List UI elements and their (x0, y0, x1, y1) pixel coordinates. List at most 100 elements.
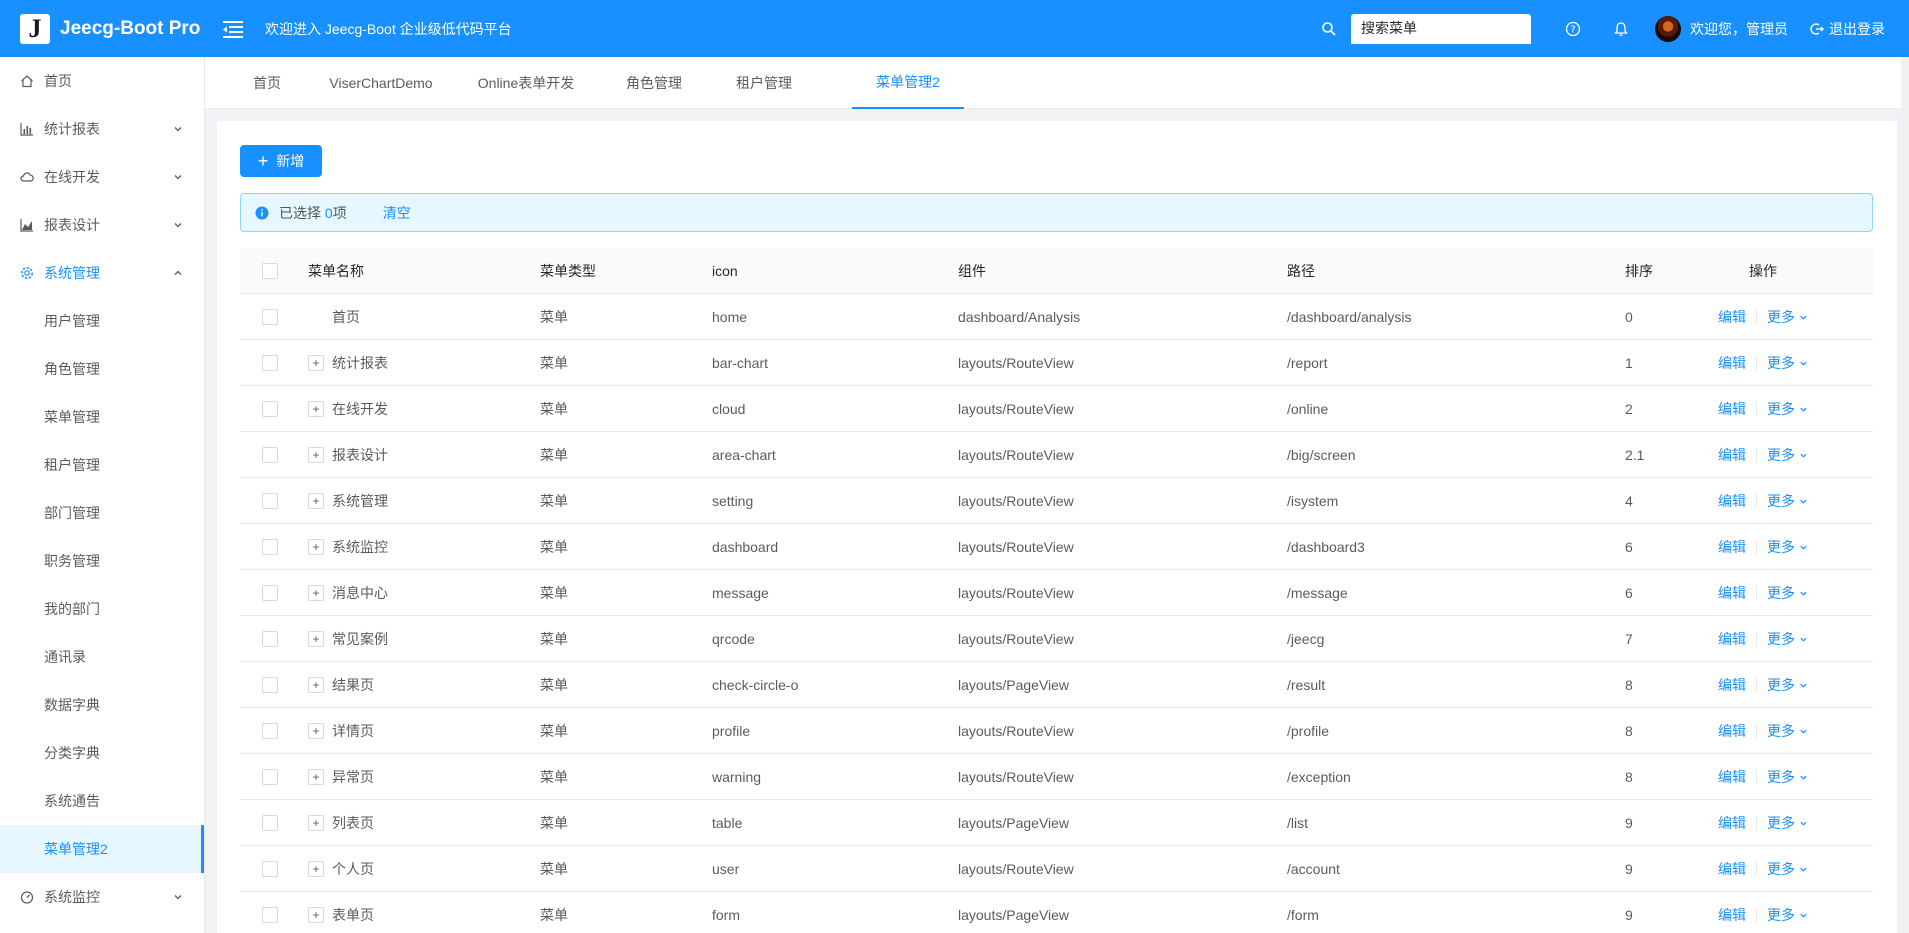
tab-tenant-mgmt[interactable]: 租户管理 (719, 57, 809, 109)
more-dropdown[interactable]: 更多 (1767, 307, 1808, 327)
more-dropdown[interactable]: 更多 (1767, 583, 1808, 603)
expand-icon[interactable]: + (308, 401, 324, 417)
expand-icon[interactable]: + (308, 907, 324, 923)
expand-icon[interactable]: + (308, 631, 324, 647)
more-dropdown[interactable]: 更多 (1767, 445, 1808, 465)
edit-link[interactable]: 编辑 (1718, 767, 1746, 787)
bell-icon[interactable] (1597, 0, 1645, 57)
more-dropdown[interactable]: 更多 (1767, 859, 1808, 879)
col-menu-name[interactable]: 菜单名称 (308, 248, 364, 294)
page-scrollbar[interactable] (1901, 57, 1909, 933)
more-dropdown[interactable]: 更多 (1767, 537, 1808, 557)
edit-link[interactable]: 编辑 (1718, 721, 1746, 741)
edit-link[interactable]: 编辑 (1718, 859, 1746, 879)
sidebar-item-stat-report[interactable]: 统计报表 (0, 105, 204, 153)
logo[interactable]: J Jeecg-Boot Pro (0, 0, 205, 57)
table-row[interactable]: + 消息中心 菜单 message layouts/RouteView/message 6… (240, 570, 1873, 616)
sidebar-sub-position-mgmt[interactable]: 职务管理 (0, 537, 204, 585)
edit-link[interactable]: 编辑 (1718, 629, 1746, 649)
edit-link[interactable]: 编辑 (1718, 675, 1746, 695)
menu-fold-icon[interactable] (223, 19, 245, 39)
row-checkbox[interactable] (262, 677, 278, 693)
sidebar-sub-role-mgmt[interactable]: 角色管理 (0, 345, 204, 393)
row-checkbox[interactable] (262, 815, 278, 831)
expand-icon[interactable]: + (308, 355, 324, 371)
more-dropdown[interactable]: 更多 (1767, 491, 1808, 511)
menu-search-input[interactable] (1351, 13, 1531, 44)
user-menu[interactable]: 欢迎您，管理员 (1645, 0, 1798, 57)
add-button[interactable]: + 新增 (240, 145, 322, 177)
row-checkbox[interactable] (262, 401, 278, 417)
table-row[interactable]: + 个人页 菜单 user layouts/RouteView/account 9 编辑 更多 (240, 846, 1873, 892)
col-component[interactable]: 组件 (958, 248, 986, 294)
row-checkbox[interactable] (262, 585, 278, 601)
sidebar-sub-address-book[interactable]: 通讯录 (0, 633, 204, 681)
row-checkbox[interactable] (262, 723, 278, 739)
col-icon[interactable]: icon (712, 248, 738, 294)
row-checkbox[interactable] (262, 769, 278, 785)
edit-link[interactable]: 编辑 (1718, 353, 1746, 373)
row-checkbox[interactable] (262, 493, 278, 509)
row-checkbox[interactable] (262, 907, 278, 923)
table-row[interactable]: + 报表设计 菜单 area-chart layouts/RouteView/big/s… (240, 432, 1873, 478)
more-dropdown[interactable]: 更多 (1767, 813, 1808, 833)
select-all-checkbox[interactable] (262, 263, 278, 279)
table-row[interactable]: + 表单页 菜单 form layouts/PageView/form 9 编辑 更多 (240, 892, 1873, 933)
expand-icon[interactable]: + (308, 815, 324, 831)
search-icon[interactable] (1321, 21, 1337, 37)
expand-icon[interactable]: + (308, 539, 324, 555)
tab-viser-chart-demo[interactable]: ViserChartDemo (319, 57, 443, 109)
expand-icon[interactable]: + (308, 677, 324, 693)
more-dropdown[interactable]: 更多 (1767, 905, 1808, 925)
expand-icon[interactable]: + (308, 723, 324, 739)
edit-link[interactable]: 编辑 (1718, 583, 1746, 603)
table-row[interactable]: + 常见案例 菜单 qrcode layouts/RouteView/jeecg 7 编辑 更… (240, 616, 1873, 662)
table-row[interactable]: 首页 菜单 home dashboard/Analysis/dashboard/ana… (240, 294, 1873, 340)
row-checkbox[interactable] (262, 309, 278, 325)
edit-link[interactable]: 编辑 (1718, 813, 1746, 833)
row-checkbox[interactable] (262, 631, 278, 647)
table-row[interactable]: + 详情页 菜单 profile layouts/RouteView/profile 8 编… (240, 708, 1873, 754)
table-row[interactable]: + 列表页 菜单 table layouts/PageView/list 9 编辑 更多 (240, 800, 1873, 846)
table-row[interactable]: + 异常页 菜单 warning layouts/RouteView/exception… (240, 754, 1873, 800)
sidebar-sub-announcement[interactable]: 系统通告 (0, 777, 204, 825)
expand-icon[interactable]: + (308, 585, 324, 601)
logout-button[interactable]: 退出登录 (1798, 0, 1909, 57)
edit-link[interactable]: 编辑 (1718, 399, 1746, 419)
sidebar-item-system[interactable]: 系统管理 (0, 249, 204, 297)
row-checkbox[interactable] (262, 355, 278, 371)
more-dropdown[interactable]: 更多 (1767, 399, 1808, 419)
sidebar-item-home[interactable]: 首页 (0, 57, 204, 105)
sidebar-item-monitor[interactable]: 系统监控 (0, 873, 204, 921)
edit-link[interactable]: 编辑 (1718, 445, 1746, 465)
expand-icon[interactable]: + (308, 769, 324, 785)
help-icon[interactable]: ? (1549, 0, 1597, 57)
tab-menu-mgmt2[interactable]: 菜单管理2 (852, 57, 964, 109)
more-dropdown[interactable]: 更多 (1767, 353, 1808, 373)
table-row[interactable]: + 在线开发 菜单 cloud layouts/RouteView/online 2 编辑 更… (240, 386, 1873, 432)
tab-online-form-dev[interactable]: Online表单开发 (463, 57, 589, 109)
sidebar-sub-user-mgmt[interactable]: 用户管理 (0, 297, 204, 345)
sidebar-sub-my-dept[interactable]: 我的部门 (0, 585, 204, 633)
clear-selection-link[interactable]: 清空 (383, 203, 411, 223)
table-row[interactable]: + 系统监控 菜单 dashboard layouts/RouteView/dashbo… (240, 524, 1873, 570)
sidebar-sub-menu-mgmt2[interactable]: 菜单管理2 (0, 825, 204, 873)
sidebar-sub-dept-mgmt[interactable]: 部门管理 (0, 489, 204, 537)
sidebar-sub-category-dict[interactable]: 分类字典 (0, 729, 204, 777)
more-dropdown[interactable]: 更多 (1767, 675, 1808, 695)
tab-home[interactable]: 首页 (235, 57, 299, 109)
expand-icon[interactable]: + (308, 493, 324, 509)
row-checkbox[interactable] (262, 447, 278, 463)
table-row[interactable]: + 系统管理 菜单 setting layouts/RouteView/isystem 4… (240, 478, 1873, 524)
edit-link[interactable]: 编辑 (1718, 491, 1746, 511)
sidebar-sub-data-dict[interactable]: 数据字典 (0, 681, 204, 729)
col-path[interactable]: 路径 (1287, 248, 1315, 294)
expand-icon[interactable]: + (308, 861, 324, 877)
col-menu-type[interactable]: 菜单类型 (540, 248, 596, 294)
tab-role-mgmt[interactable]: 角色管理 (609, 57, 699, 109)
more-dropdown[interactable]: 更多 (1767, 721, 1808, 741)
sidebar-item-report-design[interactable]: 报表设计 (0, 201, 204, 249)
edit-link[interactable]: 编辑 (1718, 307, 1746, 327)
col-sort[interactable]: 排序 (1625, 248, 1653, 294)
expand-icon[interactable]: + (308, 447, 324, 463)
